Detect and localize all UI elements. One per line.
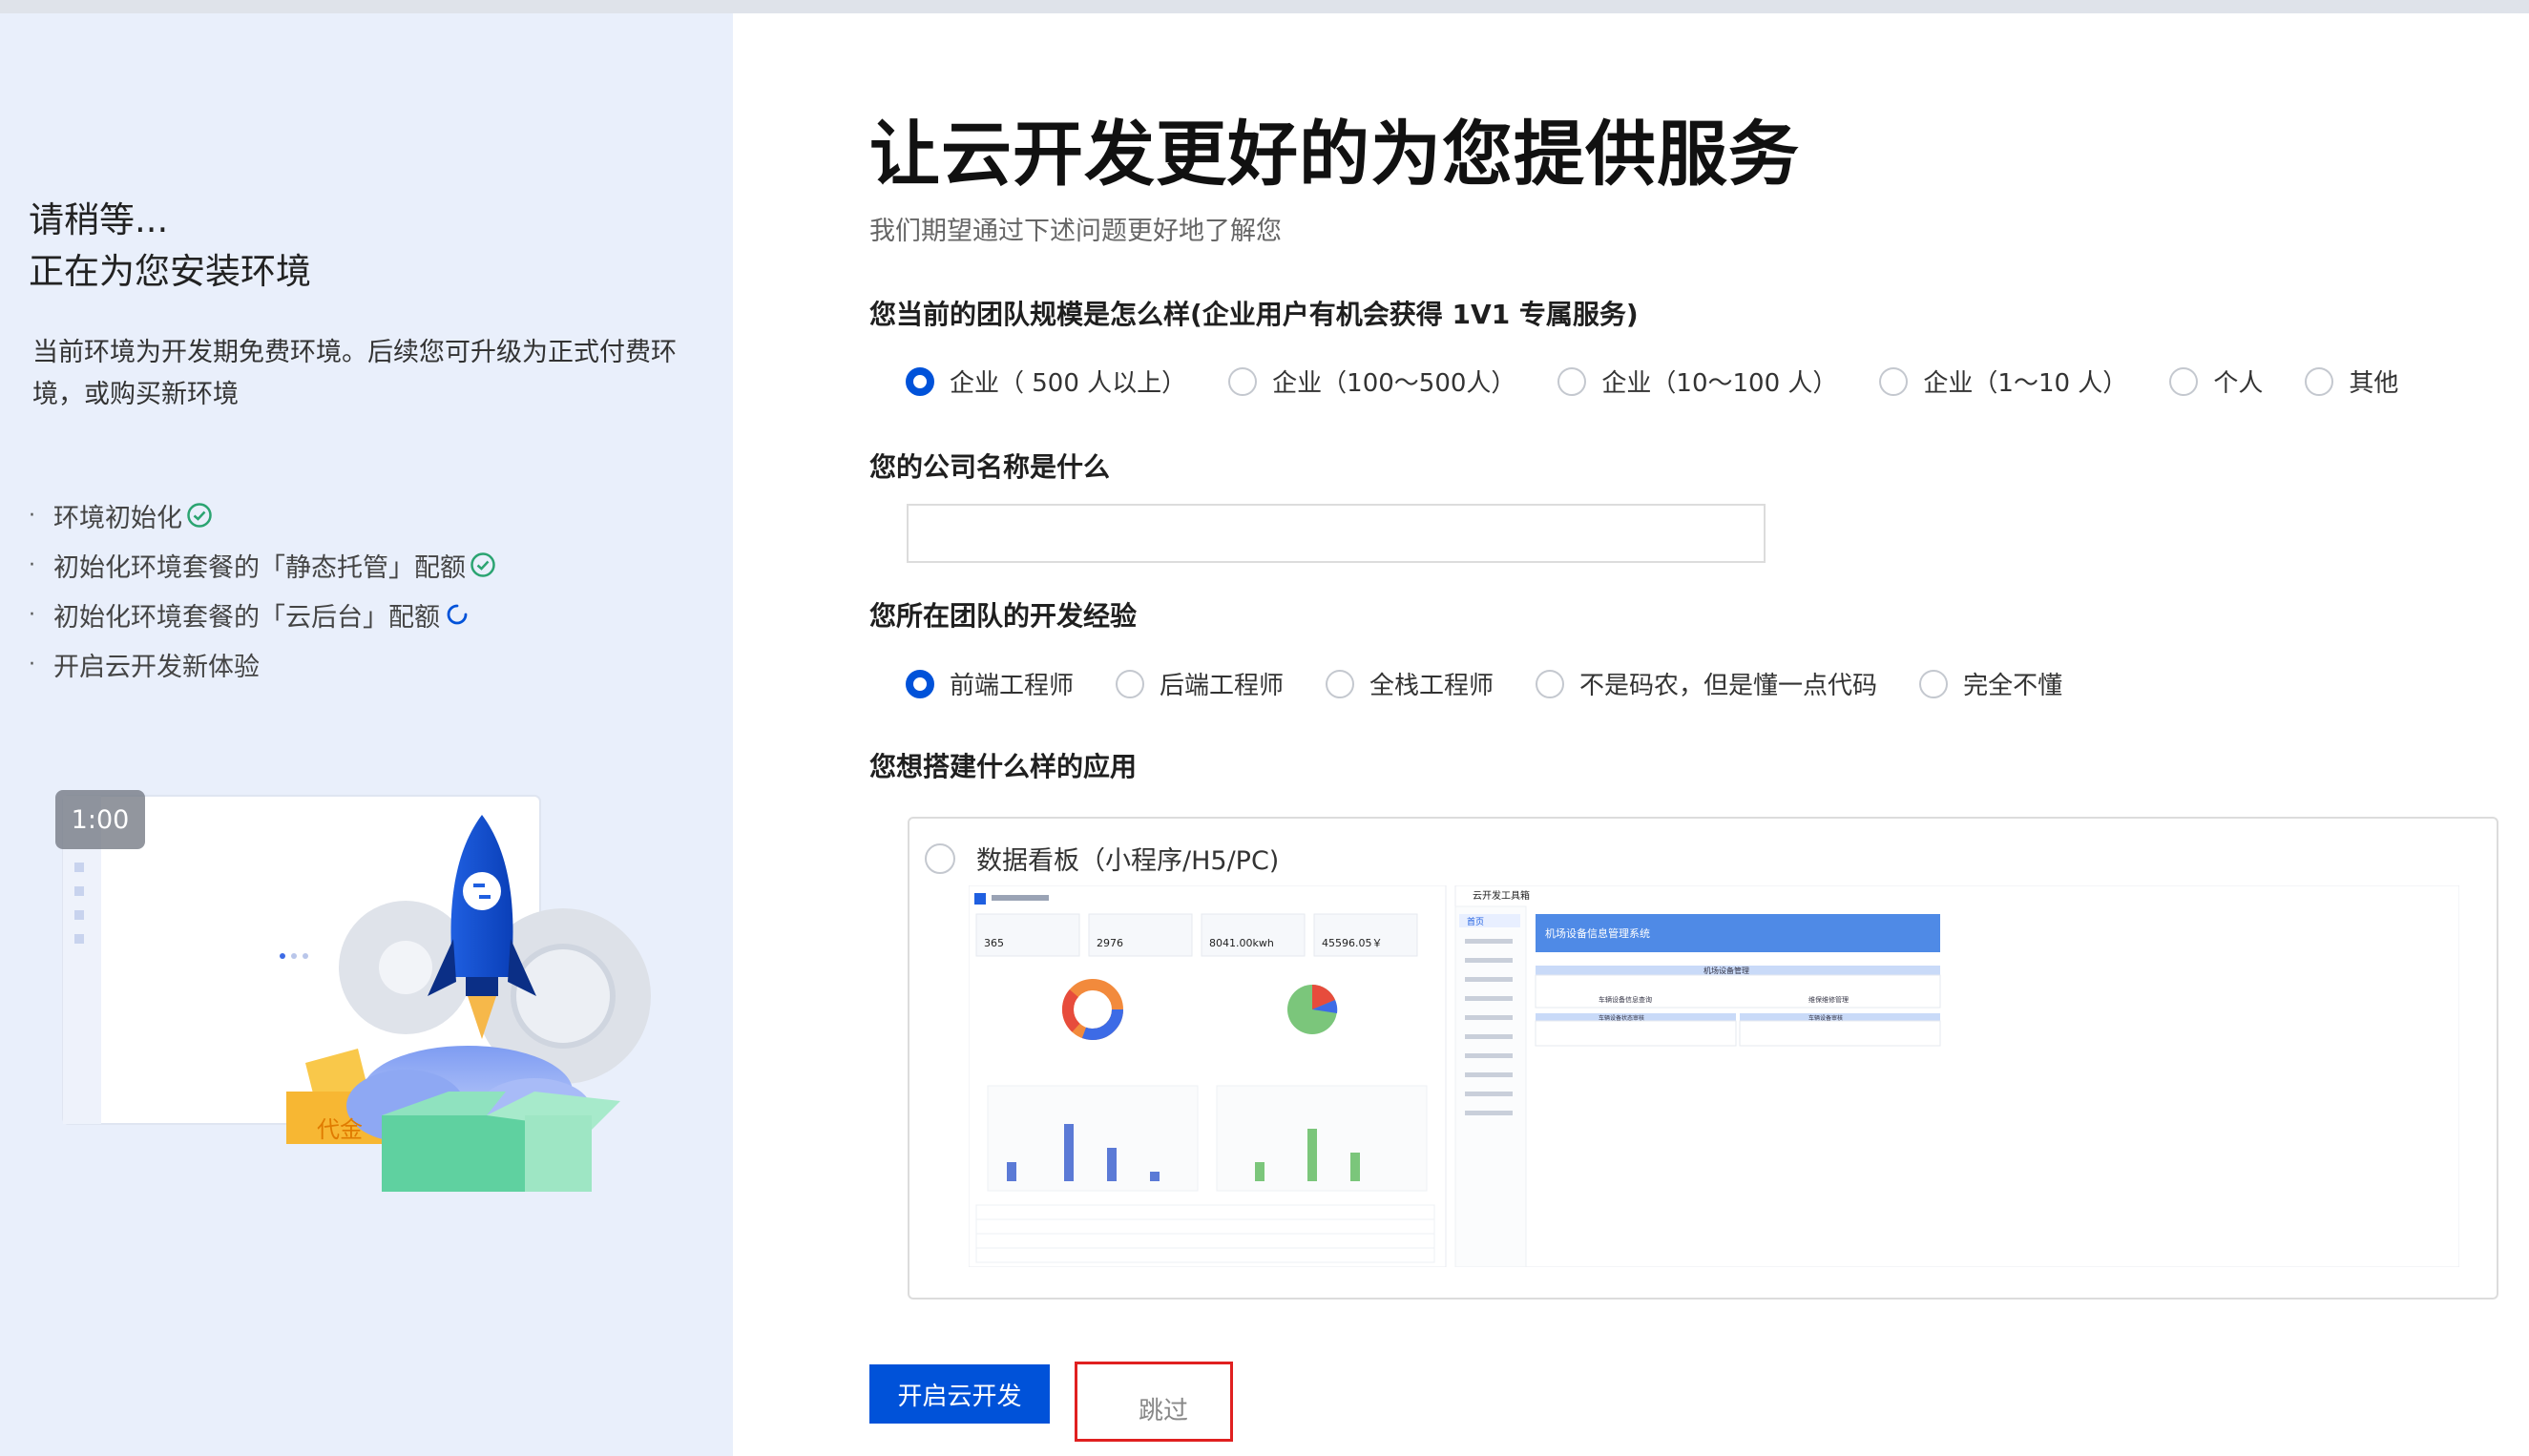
- dev-experience-question: 您所在团队的开发经验: [869, 600, 1138, 632]
- experience-option-none[interactable]: 完全不懂: [1919, 666, 2062, 701]
- radio-icon[interactable]: [2169, 366, 2199, 396]
- dashboard-preview-image: 365 2976 8041.00kwh 45596.05￥ 云开发工具箱 首页 …: [969, 885, 2459, 1267]
- wait-title: 请稍等...: [29, 199, 169, 240]
- step-item: · 初始化环境套餐的「静态托管」配额: [29, 540, 496, 590]
- step-label: 环境初始化: [53, 503, 182, 533]
- check-circle-icon: [186, 502, 213, 529]
- radio-icon[interactable]: [1326, 669, 1355, 698]
- app-type-question: 您想搭建什么样的应用: [869, 751, 1138, 782]
- app-template-label: 数据看板（小程序/H5/PC): [976, 846, 1280, 876]
- step-item: · 开启云开发新体验: [29, 639, 496, 689]
- company-name-input[interactable]: [907, 504, 1766, 563]
- stat-value: 365: [984, 937, 1004, 949]
- stat-value: 45596.05￥: [1322, 937, 1383, 949]
- preview-nav-home: 首页: [1467, 916, 1484, 927]
- preview-card2: 维保维修管理: [1808, 995, 1849, 1004]
- radio-icon[interactable]: [1919, 669, 1949, 698]
- experience-option-frontend[interactable]: 前端工程师: [906, 666, 1074, 701]
- top-bar: [0, 0, 2529, 13]
- radio-icon[interactable]: [2305, 366, 2334, 396]
- radio-icon[interactable]: [1536, 669, 1565, 698]
- start-cloudbase-button[interactable]: 开启云开发: [869, 1364, 1050, 1424]
- page-subtitle: 我们期望通过下述问题更好地了解您: [869, 217, 1282, 246]
- dev-experience-radio-group: 前端工程师 后端工程师 全栈工程师 不是码农，但是懂一点代码 完全不懂: [906, 666, 2104, 701]
- radio-icon[interactable]: [1879, 366, 1909, 396]
- install-steps: · 环境初始化 · 初始化环境套餐的「静态托管」配额 · 初始化环境套餐的「云后…: [29, 490, 496, 689]
- voucher-label: 代金: [317, 1116, 363, 1143]
- step-label: 初始化环境套餐的「静态托管」配额: [53, 552, 466, 583]
- video-duration-badge[interactable]: 1:00: [55, 790, 145, 849]
- radio-icon[interactable]: [1228, 366, 1258, 396]
- preview-tool-title: 云开发工具箱: [1473, 889, 1530, 902]
- skip-button[interactable]: 跳过: [1075, 1362, 1233, 1442]
- app-template-option[interactable]: 数据看板（小程序/H5/PC): [925, 840, 1279, 877]
- radio-icon[interactable]: [1557, 366, 1587, 396]
- installing-title: 正在为您安装环境: [29, 251, 311, 292]
- team-size-option-other[interactable]: 其他: [2305, 364, 2398, 399]
- radio-icon[interactable]: [925, 842, 955, 874]
- radio-icon[interactable]: [1116, 669, 1145, 698]
- experience-option-some-code[interactable]: 不是码农，但是懂一点代码: [1536, 666, 1877, 701]
- experience-option-backend[interactable]: 后端工程师: [1116, 666, 1284, 701]
- team-size-question: 您当前的团队规模是怎么样(企业用户有机会获得 1V1 专属服务): [869, 299, 1639, 330]
- environment-description: 当前环境为开发期免费环境。后续您可升级为正式付费环境，或购买新环境: [32, 338, 677, 409]
- install-progress-panel: 请稍等... 正在为您安装环境 当前环境为开发期免费环境。后续您可升级为正式付费…: [0, 13, 733, 1456]
- preview-app-title: 机场设备信息管理系统: [1545, 926, 1650, 940]
- page-title: 让云开发更好的为您提供服务: [869, 114, 1800, 196]
- team-size-radio-group: 企业（ 500 人以上） 企业（100～500人） 企业（10～100 人） 企…: [906, 364, 2440, 399]
- stat-value: 8041.00kwh: [1209, 937, 1274, 949]
- step-label: 初始化环境套餐的「云后台」配额: [53, 602, 440, 633]
- radio-checked-icon[interactable]: [906, 669, 934, 698]
- radio-checked-icon[interactable]: [906, 366, 934, 396]
- team-size-option-personal[interactable]: 个人: [2169, 364, 2263, 399]
- preview-panel-title: 机场设备管理: [1703, 966, 1749, 975]
- survey-form: 让云开发更好的为您提供服务 我们期望通过下述问题更好地了解您 您当前的团队规模是…: [733, 13, 2529, 1456]
- team-size-option-1-10[interactable]: 企业（1～10 人）: [1879, 364, 2127, 399]
- step-item: · 环境初始化: [29, 490, 496, 540]
- step-item: · 初始化环境套餐的「云后台」配额: [29, 590, 496, 639]
- company-name-question: 您的公司名称是什么: [869, 451, 1111, 483]
- team-size-option-10-100[interactable]: 企业（10～100 人）: [1557, 364, 1837, 399]
- step-label: 开启云开发新体验: [53, 652, 260, 682]
- app-template-card-dashboard[interactable]: 数据看板（小程序/H5/PC) 365 2976 8041.00kwh 4559…: [908, 817, 2498, 1300]
- experience-option-fullstack[interactable]: 全栈工程师: [1326, 666, 1494, 701]
- loading-spinner-icon: [446, 603, 469, 626]
- team-size-option-100-500[interactable]: 企业（100～500人）: [1228, 364, 1515, 399]
- team-size-option-500plus[interactable]: 企业（ 500 人以上）: [906, 364, 1186, 399]
- check-circle-icon: [470, 551, 496, 578]
- preview-card1: 车辆设备信息查询: [1599, 995, 1652, 1004]
- stat-value: 2976: [1097, 937, 1123, 949]
